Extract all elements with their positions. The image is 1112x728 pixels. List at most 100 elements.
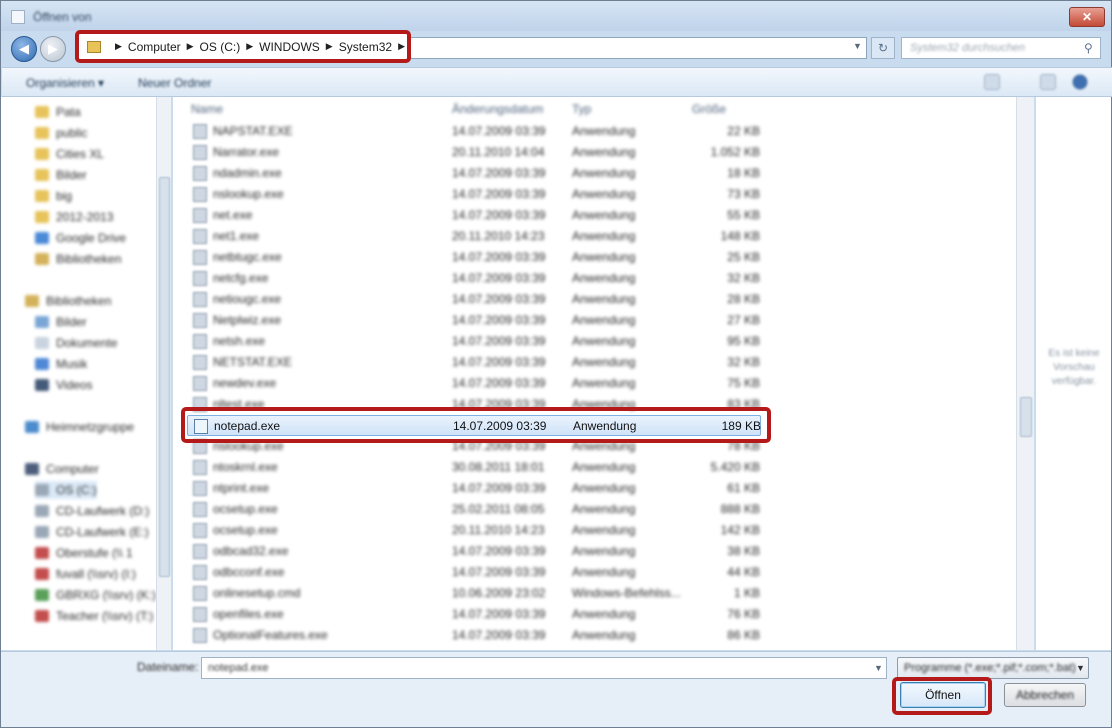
organize-button[interactable]: Organisieren ▾ [26, 76, 104, 90]
table-row[interactable]: ocsetup.exe 20.11.2010 14:23 Anwendung 142 … [187, 520, 761, 541]
close-button[interactable]: ✕ [1069, 7, 1105, 27]
file-type: Anwendung [572, 187, 636, 201]
sidebar-item[interactable]: Dokumente [35, 334, 117, 352]
view-options-icon[interactable] [984, 74, 1000, 90]
file-icon [193, 544, 207, 559]
file-date: 30.08.2011 18:01 [452, 460, 545, 474]
sidebar-scroll-thumb[interactable] [159, 177, 170, 577]
sidebar-item[interactable]: Google Drive [35, 229, 126, 247]
sidebar-item[interactable]: Oberstufe (\\ 1 [35, 544, 133, 562]
file-list-scroll-thumb[interactable] [1020, 397, 1032, 437]
sidebar-item[interactable]: Bibliotheken [35, 250, 121, 268]
sidebar-item[interactable]: fuvall (\\srv) (I:) [35, 565, 136, 583]
sidebar-item[interactable]: Bibliotheken [25, 292, 111, 310]
table-row[interactable]: netbtugc.exe 14.07.2009 03:39 Anwendung 25 … [187, 247, 761, 268]
sidebar-item-label: Pata [56, 105, 81, 119]
column-header-type[interactable]: Typ [572, 102, 591, 116]
sidebar-item[interactable]: big [35, 187, 72, 205]
column-header-date[interactable]: Änderungsdatum [452, 102, 543, 116]
chevron-right-icon[interactable]: ▶ [115, 41, 122, 52]
sidebar-item[interactable]: Heimnetzgruppe [25, 418, 134, 436]
sidebar-item[interactable]: GBRXG (\\srv) (K:) [35, 586, 156, 604]
sidebar-item[interactable]: 2012-2013 [35, 208, 113, 226]
table-row[interactable]: Narrator.exe 20.11.2010 14:04 Anwendung 1.0… [187, 142, 761, 163]
file-type: Anwendung [572, 229, 636, 243]
sidebar-item-icon [35, 127, 49, 139]
breadcrumb-computer[interactable]: Computer [128, 40, 181, 54]
table-row[interactable]: nslookup.exe 14.07.2009 03:39 Anwendung 73 … [187, 184, 761, 205]
table-row[interactable]: netcfg.exe 14.07.2009 03:39 Anwendung 32 KB [187, 268, 761, 289]
sidebar-item[interactable]: CD-Laufwerk (D:) [35, 502, 149, 520]
preview-pane-icon[interactable] [1040, 74, 1056, 90]
filename-input[interactable]: notepad.exe ▼ [201, 657, 887, 679]
table-row[interactable]: odbcad32.exe 14.07.2009 03:39 Anwendung 38 … [187, 541, 761, 562]
sidebar-item[interactable]: Bilder [35, 313, 87, 331]
sidebar-item-icon [35, 211, 49, 223]
file-date: 14.07.2009 03:39 [452, 334, 546, 348]
column-header-size[interactable]: Größe [692, 102, 726, 116]
table-row[interactable]: onlinesetup.cmd 10.06.2009 23:02 Windows-B… [187, 583, 761, 604]
back-button[interactable]: ◀ [11, 36, 37, 62]
table-row[interactable]: netsh.exe 14.07.2009 03:39 Anwendung 95 KB [187, 331, 761, 352]
sidebar-item[interactable]: Pata [35, 103, 81, 121]
forward-button[interactable]: ▶ [40, 36, 66, 62]
chevron-right-icon[interactable]: ▶ [246, 41, 253, 52]
chevron-right-icon[interactable]: ▶ [398, 41, 405, 52]
sidebar-item-label: Bibliotheken [46, 294, 112, 308]
table-row[interactable]: Netplwiz.exe 14.07.2009 03:39 Anwendung 27 … [187, 310, 761, 331]
chevron-right-icon[interactable]: ▶ [187, 41, 194, 52]
sidebar-item[interactable]: Cities XL [35, 145, 104, 163]
sidebar-item[interactable]: CD-Laufwerk (E:) [35, 523, 149, 541]
table-row[interactable]: net.exe 14.07.2009 03:39 Anwendung 55 KB [187, 205, 761, 226]
sidebar-item-icon [35, 316, 49, 328]
breadcrumb-windows[interactable]: WINDOWS [259, 40, 320, 54]
table-row[interactable]: NAPSTAT.EXE 14.07.2009 03:39 Anwendung 22 K… [187, 121, 761, 142]
file-size: 142 KB [720, 523, 760, 537]
file-size: 61 KB [727, 481, 760, 495]
new-folder-button[interactable]: Neuer Ordner [138, 76, 211, 90]
sidebar-item[interactable]: OS (C:) [35, 481, 97, 499]
refresh-button[interactable]: ↻ [871, 37, 895, 59]
file-list-scrollbar[interactable] [1016, 97, 1034, 650]
breadcrumb-system32[interactable]: System32 [339, 40, 392, 54]
address-dropdown-icon[interactable]: ▼ [853, 41, 862, 51]
table-row[interactable]: ntprint.exe 14.07.2009 03:39 Anwendung 61 K… [187, 478, 761, 499]
table-row[interactable]: ocsetup.exe 25.02.2011 08:05 Anwendung 888 … [187, 499, 761, 520]
sidebar-item[interactable]: Bilder [35, 166, 87, 184]
file-type: Anwendung [572, 250, 636, 264]
sidebar-item-label: Videos [56, 378, 93, 392]
table-row[interactable]: netiougc.exe 14.07.2009 03:39 Anwendung 28 … [187, 289, 761, 310]
cancel-button[interactable]: Abbrechen [1004, 683, 1086, 707]
table-row[interactable]: ntoskrnl.exe 30.08.2011 18:01 Anwendung 5.4… [187, 457, 761, 478]
help-icon[interactable] [1072, 74, 1088, 90]
sidebar-item[interactable]: Computer [25, 460, 99, 478]
title-bar[interactable]: Öffnen von ✕ [1, 1, 1111, 31]
file-type: Anwendung [572, 502, 636, 516]
search-input[interactable]: System32 durchsuchen ⚲ [901, 37, 1101, 59]
address-bar-highlight: ▶ Computer ▶ OS (C:) ▶ WINDOWS ▶ System3… [75, 30, 411, 63]
column-header-name[interactable]: Name [191, 102, 223, 116]
file-type-select[interactable]: Programme (*.exe;*.pif;*.com;*.bat) ▼ [897, 657, 1089, 679]
table-row[interactable]: ndadmin.exe 14.07.2009 03:39 Anwendung 18 K… [187, 163, 761, 184]
sidebar-item[interactable]: Teacher (\\srv) (T:) [35, 607, 153, 625]
sidebar-item[interactable]: public [35, 124, 87, 142]
sidebar-item[interactable]: Musik [35, 355, 87, 373]
search-placeholder: System32 durchsuchen [910, 42, 1025, 54]
sidebar-item[interactable]: Videos [35, 376, 92, 394]
table-row[interactable]: net1.exe 20.11.2010 14:23 Anwendung 148 KB [187, 226, 761, 247]
table-row[interactable]: openfiles.exe 14.07.2009 03:39 Anwendung 76… [187, 604, 761, 625]
file-name: odbcad32.exe [213, 544, 289, 558]
cancel-button-label: Abbrechen [1015, 688, 1075, 702]
table-row[interactable]: newdev.exe 14.07.2009 03:39 Anwendung 75 KB [187, 373, 761, 394]
chevron-down-icon[interactable]: ▼ [874, 663, 883, 673]
table-row[interactable]: odbcconf.exe 14.07.2009 03:39 Anwendung 44 … [187, 562, 761, 583]
breadcrumb-os-c[interactable]: OS (C:) [200, 40, 241, 54]
file-name: Narrator.exe [213, 145, 280, 159]
file-icon [193, 460, 207, 475]
sidebar-scrollbar[interactable] [156, 97, 171, 650]
open-button[interactable]: Öffnen [900, 682, 986, 708]
file-size: 86 KB [727, 628, 760, 642]
table-row[interactable]: NETSTAT.EXE 14.07.2009 03:39 Anwendung 32 K… [187, 352, 761, 373]
chevron-right-icon[interactable]: ▶ [326, 41, 333, 52]
table-row[interactable]: OptionalFeatures.exe 14.07.2009 03:39 Anwe… [187, 625, 761, 646]
